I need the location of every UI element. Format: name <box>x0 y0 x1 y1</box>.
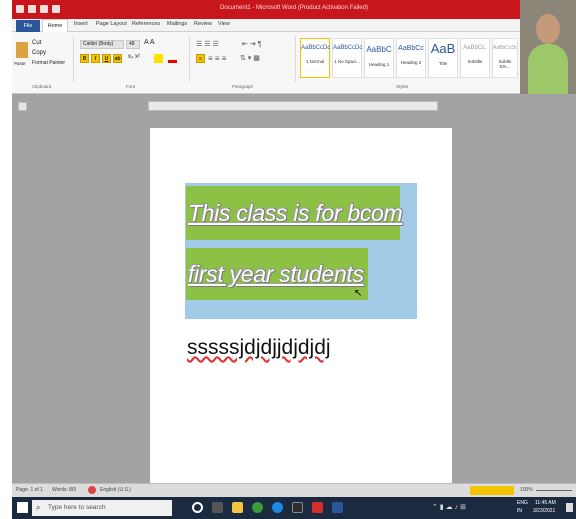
status-bar: Page: 1 of 1 Words: 8/9 English (U.S.) 1… <box>12 483 576 497</box>
indent-icon[interactable]: ⇤ ⇥ ¶ <box>242 40 261 48</box>
search-icon: ⌕ <box>36 503 41 512</box>
language-indicator[interactable]: English (U.S.) <box>100 487 131 493</box>
zoom-slider[interactable] <box>536 490 572 491</box>
clock-date[interactable]: 3/23/2021 <box>533 508 555 514</box>
font-group: Calibri (Body) 48 A A B I U ab x₂ x² <box>76 36 190 82</box>
strikethrough-button[interactable]: ab <box>113 54 122 63</box>
tab-insert[interactable]: Insert <box>74 21 88 27</box>
notification-icon[interactable] <box>566 503 573 512</box>
paragraph-group-label: Paragraph <box>232 84 254 89</box>
style-subtle-emphasis[interactable]: AaBbCcDc Subtle Em... <box>492 38 518 78</box>
presenter-face <box>536 14 560 44</box>
taskbar-search[interactable]: Type here to search <box>32 500 172 516</box>
bullets-icon[interactable]: ☰ ☰ ☰ <box>196 40 219 48</box>
font-group-label: Font <box>126 84 136 89</box>
file-explorer-icon[interactable] <box>232 502 243 513</box>
task-view-icon[interactable] <box>212 502 223 513</box>
style-normal[interactable]: AaBbCcDc 1 Normal <box>300 38 330 78</box>
clipboard-group-label: Clipboard <box>32 84 52 89</box>
font-size-select[interactable]: 48 <box>126 40 140 49</box>
tab-home[interactable]: Home <box>42 19 68 33</box>
italic-button[interactable]: I <box>91 54 100 63</box>
page-count[interactable]: Page: 1 of 1 <box>16 487 43 493</box>
view-buttons[interactable] <box>470 486 514 495</box>
ribbon-tabs: File Home Insert Page Layout References … <box>12 19 576 33</box>
taskbar: Type here to search ⌕ ⌃ ▮ ☁ ♪ ⊞ ENG IN 1… <box>12 497 576 519</box>
paste-label[interactable]: Paste <box>14 61 26 66</box>
bold-button[interactable]: B <box>80 54 89 63</box>
tab-selector-icon[interactable] <box>18 102 27 111</box>
region-code[interactable]: IN <box>517 508 522 514</box>
windows-start-icon[interactable] <box>17 502 28 513</box>
ribbon: Paste Cut Copy Format Painter Clipboard … <box>12 32 576 94</box>
language-code[interactable]: ENG <box>517 500 528 506</box>
presenter-body <box>528 44 568 94</box>
style-title[interactable]: AaB Title <box>428 38 458 78</box>
font-name-select[interactable]: Calibri (Body) <box>80 40 124 49</box>
app-icon[interactable] <box>292 502 303 513</box>
subscript-icon[interactable]: x₂ x² <box>128 54 140 60</box>
tab-mailings[interactable]: Mailings <box>167 21 187 27</box>
grow-font-icon[interactable]: A A <box>144 39 155 46</box>
styles-group-label: Styles <box>396 84 409 89</box>
font-color-icon[interactable] <box>168 54 177 63</box>
copy-button[interactable]: Copy <box>32 50 46 56</box>
window-title: Document1 - Microsoft Word (Product Acti… <box>220 5 368 11</box>
align-icons[interactable]: ≡ ≡ ≡ <box>208 54 226 63</box>
document-text-line-3[interactable]: sssssjdjdjjdjdjdj <box>187 336 331 360</box>
paste-icon[interactable] <box>16 42 28 58</box>
document-text-line-1[interactable]: This class is for bcom <box>188 200 403 227</box>
clipboard-group: Paste Cut Copy Format Painter <box>12 36 74 82</box>
browser-icon[interactable] <box>272 502 283 513</box>
format-painter-button[interactable]: Format Painter <box>32 60 65 66</box>
tray-icons[interactable]: ⌃ ▮ ☁ ♪ ⊞ <box>432 503 466 511</box>
word-count[interactable]: Words: 8/9 <box>52 487 76 493</box>
tab-file[interactable]: File <box>16 20 40 32</box>
word-taskbar-icon[interactable] <box>332 502 343 513</box>
underline-button[interactable]: U <box>102 54 111 63</box>
cut-button[interactable]: Cut <box>32 40 41 46</box>
proofing-icon[interactable] <box>88 486 96 494</box>
align-left-button[interactable]: ≡ <box>196 54 205 63</box>
title-bar: Document1 - Microsoft Word (Product Acti… <box>12 0 576 19</box>
horizontal-ruler[interactable] <box>148 101 438 111</box>
style-no-spacing[interactable]: AaBbCcDc 1 No Spaci... <box>332 38 362 78</box>
tab-references[interactable]: References <box>132 21 160 27</box>
style-subtitle[interactable]: AaBbCc. Subtitle <box>460 38 490 78</box>
style-heading-2[interactable]: AaBbCc Heading 2 <box>396 38 426 78</box>
mouse-cursor-icon: ↖ <box>354 288 363 299</box>
tab-page-layout[interactable]: Page Layout <box>96 21 127 27</box>
paragraph-group: ☰ ☰ ☰ ⇤ ⇥ ¶ ≡ ≡ ≡ ≡ ⇅ ▾ ▦ <box>192 36 296 82</box>
highlight-color-icon[interactable] <box>154 54 163 63</box>
style-heading-1[interactable]: AaBbC Heading 1 <box>364 38 394 78</box>
cortana-icon[interactable] <box>192 502 203 513</box>
document-page[interactable]: This class is for bcom first year studen… <box>150 128 452 490</box>
screen: Document1 - Microsoft Word (Product Acti… <box>12 0 576 519</box>
clock-time[interactable]: 11:45 AM <box>535 500 556 506</box>
zoom-level[interactable]: 100% <box>520 487 533 493</box>
tab-review[interactable]: Review <box>194 21 212 27</box>
chrome-icon[interactable] <box>252 502 263 513</box>
pdf-reader-icon[interactable] <box>312 502 323 513</box>
shading-icon[interactable]: ⇅ ▾ ▦ <box>240 54 260 62</box>
tab-view[interactable]: View <box>218 21 230 27</box>
document-text-line-2[interactable]: first year students <box>188 261 364 288</box>
webcam-overlay <box>520 0 576 94</box>
styles-gallery: AaBbCcDc 1 Normal AaBbCcDc 1 No Spaci... A… <box>296 32 520 84</box>
